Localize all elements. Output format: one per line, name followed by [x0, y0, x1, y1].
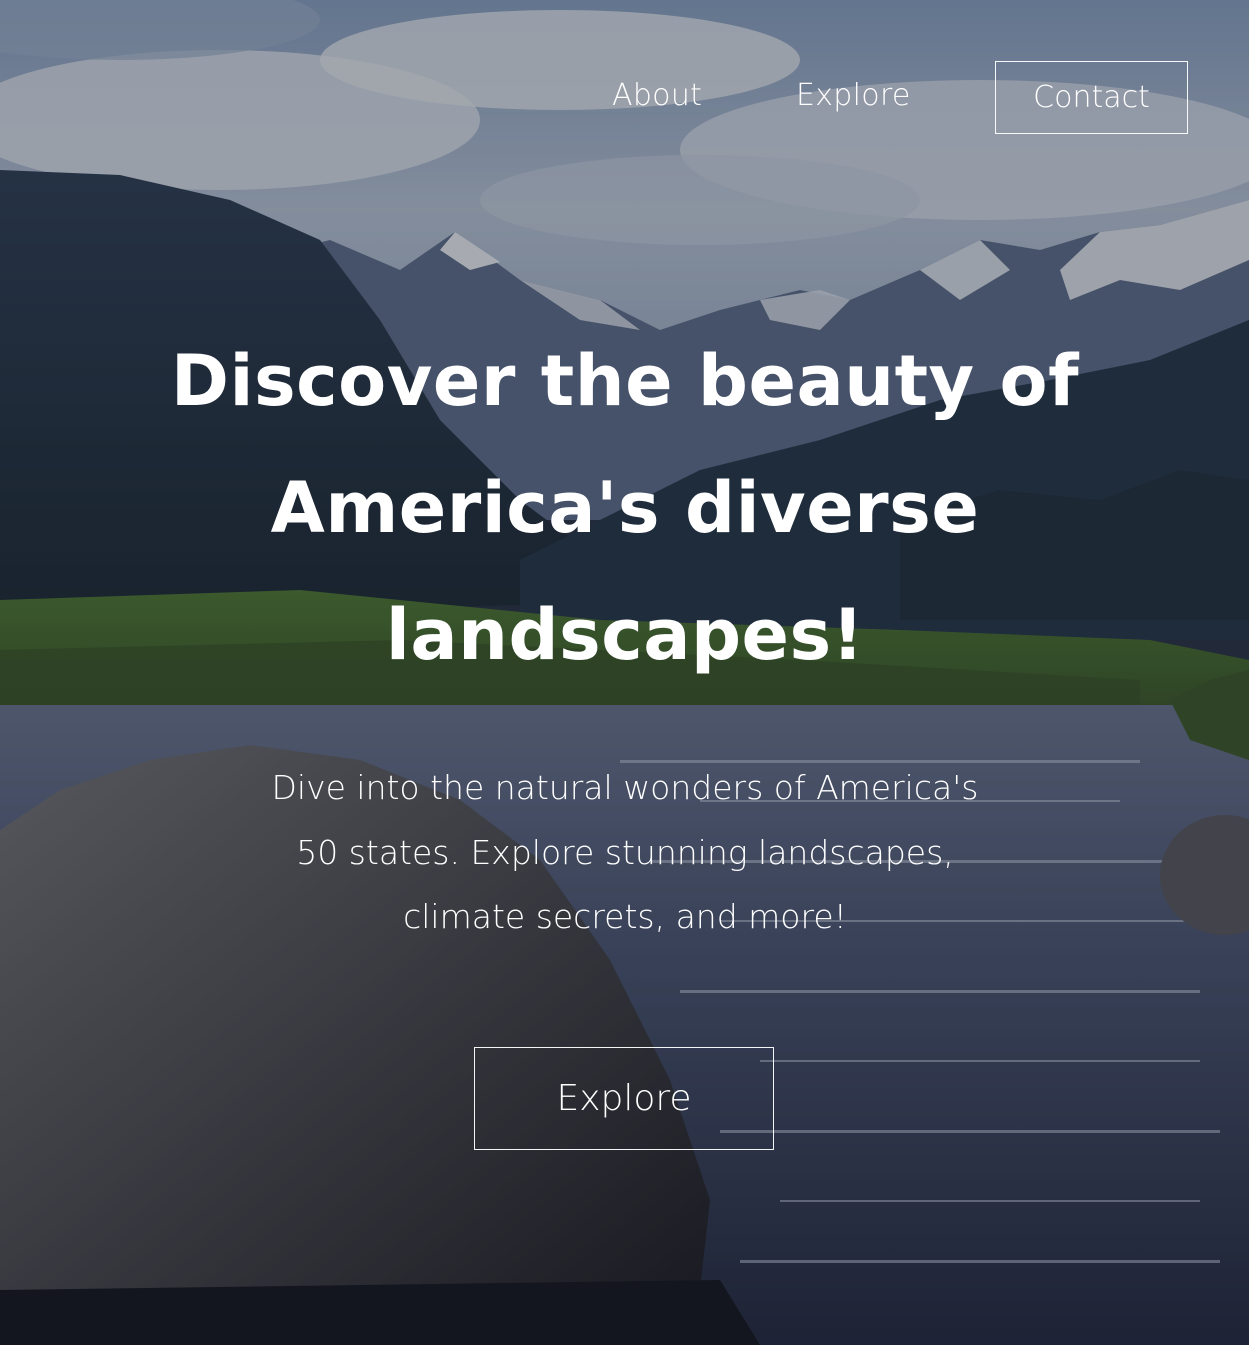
hero-subtitle: Dive into the natural wonders of America… — [271, 768, 979, 936]
nav-link-about[interactable]: About — [612, 78, 702, 113]
nav-contact-button[interactable]: Contact — [995, 61, 1188, 134]
explore-cta-button[interactable]: Explore — [474, 1047, 774, 1150]
top-navigation: About Explore Contact — [0, 0, 1249, 160]
hero-title: Discover the beauty of America's diverse… — [170, 340, 1080, 676]
nav-link-explore[interactable]: Explore — [796, 78, 911, 113]
